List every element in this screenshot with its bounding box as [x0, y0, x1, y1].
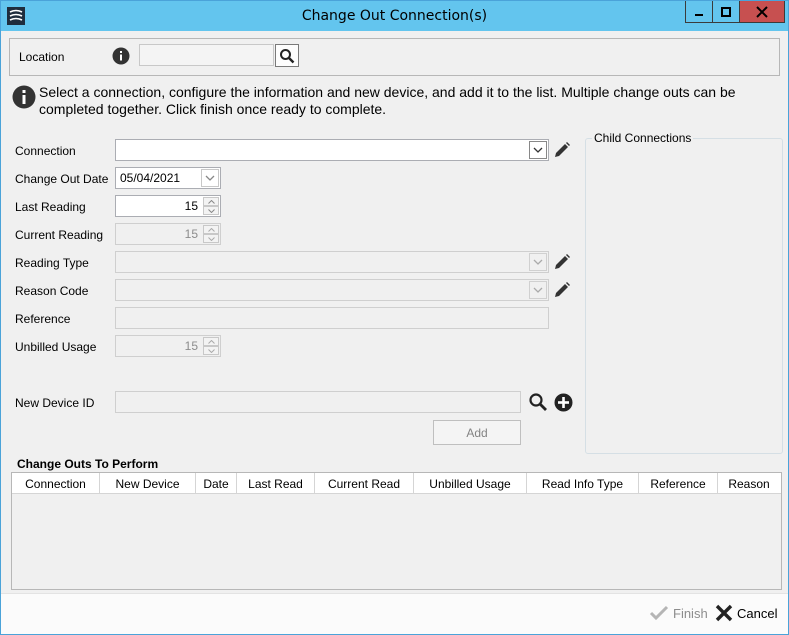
maximize-button[interactable]: [712, 1, 740, 23]
edit-connection-pencil-icon[interactable]: [553, 141, 571, 159]
current-reading-label: Current Reading: [15, 228, 104, 242]
window-title: Change Out Connection(s): [301, 8, 488, 24]
col-last-read[interactable]: Last Read: [237, 473, 315, 494]
spin-down-icon[interactable]: [203, 346, 219, 355]
location-search-button[interactable]: [275, 44, 299, 67]
minimize-button[interactable]: [685, 1, 713, 23]
last-reading-value: 15: [184, 199, 198, 213]
new-device-id-label: New Device ID: [15, 396, 95, 410]
spin-down-icon[interactable]: [203, 206, 219, 215]
minimize-icon: [695, 13, 703, 16]
finish-label: Finish: [673, 605, 708, 621]
spin-up-icon[interactable]: [203, 225, 219, 234]
col-connection[interactable]: Connection: [12, 473, 100, 494]
current-reading-value: 15: [184, 227, 198, 241]
last-reading-label: Last Reading: [15, 200, 86, 214]
change-out-date-value: 05/04/2021: [120, 171, 181, 185]
x-icon: [715, 604, 733, 622]
child-connections-title: Child Connections: [592, 131, 694, 145]
spin-down-icon[interactable]: [203, 234, 219, 243]
current-reading-spinner[interactable]: [203, 225, 219, 243]
unbilled-usage-value: 15: [184, 339, 198, 353]
cancel-label: Cancel: [737, 605, 778, 621]
chevron-down-icon: [205, 175, 215, 181]
edit-reading-type-pencil-icon[interactable]: [553, 253, 571, 271]
current-reading-input[interactable]: 15: [115, 223, 221, 245]
footer-bar: Finish Cancel: [1, 593, 788, 634]
location-panel: Location: [9, 38, 780, 76]
edit-reason-code-pencil-icon[interactable]: [553, 281, 571, 299]
info-large-icon: [12, 85, 36, 109]
checkmark-icon: [649, 605, 669, 621]
last-reading-spinner[interactable]: [203, 197, 219, 215]
unbilled-usage-input[interactable]: 15: [115, 335, 221, 357]
instructions-text: Select a connection, configure the infor…: [39, 84, 736, 117]
reading-type-label: Reading Type: [15, 256, 89, 270]
col-current-read[interactable]: Current Read: [315, 473, 414, 494]
spin-up-icon[interactable]: [203, 337, 219, 346]
col-date[interactable]: Date: [196, 473, 237, 494]
col-unbilled-usage[interactable]: Unbilled Usage: [414, 473, 527, 494]
close-icon: [756, 5, 768, 18]
reference-label: Reference: [15, 312, 71, 326]
new-device-id-input[interactable]: [115, 391, 521, 413]
last-reading-input[interactable]: 15: [115, 195, 221, 217]
date-dropdown-arrow[interactable]: [201, 169, 219, 187]
col-read-info-type[interactable]: Read Info Type: [527, 473, 639, 494]
unbilled-usage-label: Unbilled Usage: [15, 340, 97, 354]
col-reference[interactable]: Reference: [639, 473, 718, 494]
reference-input[interactable]: [115, 307, 549, 329]
title-bar: Change Out Connection(s): [1, 1, 788, 31]
col-reason[interactable]: Reason: [718, 473, 780, 494]
maximize-icon: [721, 6, 731, 17]
change-outs-grid[interactable]: Connection New Device Date Last Read Cur…: [11, 472, 782, 590]
connection-label: Connection: [15, 144, 76, 158]
col-new-device[interactable]: New Device: [100, 473, 196, 494]
reason-code-dropdown[interactable]: [115, 279, 549, 301]
add-button[interactable]: Add: [433, 420, 521, 445]
change-outs-grid-title: Change Outs To Perform: [17, 457, 159, 471]
change-out-date-label: Change Out Date: [15, 172, 109, 186]
search-icon: [280, 48, 295, 63]
grid-header: Connection New Device Date Last Read Cur…: [12, 473, 781, 494]
location-input[interactable]: [139, 44, 274, 66]
reason-code-dropdown-arrow[interactable]: [529, 281, 547, 299]
info-icon[interactable]: [112, 47, 130, 65]
unbilled-usage-spinner[interactable]: [203, 337, 219, 355]
search-device-icon[interactable]: [528, 392, 548, 412]
finish-button[interactable]: Finish: [649, 602, 708, 624]
cancel-button[interactable]: Cancel: [715, 602, 777, 624]
connection-dropdown-arrow[interactable]: [529, 141, 547, 159]
add-device-plus-icon[interactable]: [554, 393, 573, 412]
change-out-window: Change Out Connection(s) Location Select…: [0, 0, 789, 635]
close-button[interactable]: [739, 1, 785, 23]
chevron-down-icon: [533, 147, 543, 153]
chevron-down-icon: [533, 259, 543, 265]
connection-dropdown[interactable]: [115, 139, 549, 161]
reading-type-dropdown[interactable]: [115, 251, 549, 273]
spin-up-icon[interactable]: [203, 197, 219, 206]
change-out-date-picker[interactable]: 05/04/2021: [115, 167, 221, 189]
chevron-down-icon: [533, 287, 543, 293]
location-label: Location: [19, 50, 65, 64]
reading-type-dropdown-arrow[interactable]: [529, 253, 547, 271]
reason-code-label: Reason Code: [15, 284, 89, 298]
child-connections-group: Child Connections: [585, 131, 783, 454]
